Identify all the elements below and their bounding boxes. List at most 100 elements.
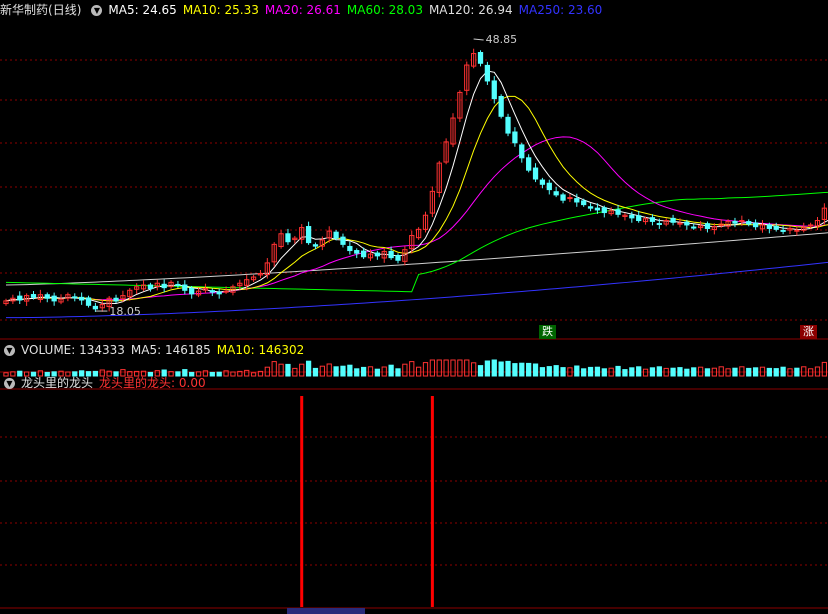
candle-body — [704, 223, 711, 229]
volume-bar — [374, 368, 380, 377]
candle-body — [581, 200, 587, 206]
chevron-down-icon[interactable]: ▼ — [4, 345, 15, 356]
volume-bar — [250, 372, 257, 377]
volume-bar — [773, 368, 779, 377]
volume-bar — [450, 359, 456, 377]
volume-bar — [732, 367, 738, 377]
candle-body — [44, 294, 50, 299]
candle-body — [92, 305, 99, 310]
candle-body — [491, 80, 497, 100]
candle-body — [739, 220, 745, 223]
volume-bar — [587, 366, 594, 377]
volume-bar — [457, 359, 463, 377]
volume-bar — [746, 367, 752, 377]
candle-body — [601, 207, 607, 214]
candle-body — [340, 236, 346, 245]
volume-bar — [464, 359, 470, 377]
candle-body — [732, 220, 738, 224]
kline-chart[interactable]: 48.85 18.05 — [0, 0, 828, 614]
volume-bar — [642, 368, 649, 377]
volume-bar — [739, 366, 745, 377]
candle-body — [519, 144, 525, 159]
volume-bar — [484, 360, 491, 377]
candle-body — [216, 291, 222, 295]
volume-bar — [622, 369, 628, 377]
indicator-header: ▼ 龙头里的龙头 龙头里的龙头: 0.00 — [0, 374, 212, 392]
volume-bar — [285, 363, 291, 377]
candle-body — [484, 64, 491, 82]
candle-body — [175, 283, 181, 286]
candle-body — [189, 287, 195, 295]
candle-body — [574, 198, 580, 203]
volume-bar — [395, 368, 401, 377]
volume-bar — [615, 365, 621, 377]
candle-body — [182, 284, 188, 291]
candle-body — [587, 206, 594, 209]
ma20-line — [5, 136, 828, 302]
ma-legend: MA5: 24.65 MA10: 25.33 MA20: 26.61 MA60: 28… — [108, 3, 608, 17]
candle-body — [374, 252, 380, 257]
volume-bar — [546, 366, 552, 377]
candle-body — [684, 221, 690, 226]
volume-bar — [780, 366, 786, 377]
volume-bar — [471, 362, 477, 377]
volume-bar — [684, 368, 690, 377]
volume-bar — [278, 363, 284, 377]
candle-body — [17, 295, 23, 301]
volume-bar — [354, 368, 360, 377]
candle-body — [209, 290, 215, 293]
candle-body — [594, 207, 601, 211]
volume-bar — [312, 367, 319, 377]
candle-body — [347, 245, 353, 252]
candle-body — [305, 226, 312, 244]
volume-bar — [244, 369, 250, 377]
volume-bar — [360, 366, 367, 377]
volume-bar — [333, 366, 339, 377]
volume-title: VOLUME: 134333 — [21, 343, 125, 357]
candle-body — [656, 223, 662, 226]
candle-body — [354, 250, 360, 254]
volume-bar — [539, 367, 546, 377]
candle-body — [691, 226, 697, 229]
low-price-label: 18.05 — [109, 305, 141, 318]
candle-body — [312, 244, 319, 247]
volume-bar — [305, 360, 312, 377]
candle-body — [532, 167, 539, 180]
candle-body — [51, 295, 57, 302]
volume-bar — [752, 367, 759, 377]
volume-bar — [670, 367, 676, 377]
candle-body — [498, 95, 504, 117]
volume-bar — [402, 363, 408, 377]
volume-bar — [629, 367, 635, 377]
volume-bar — [436, 359, 442, 377]
candle-body — [72, 296, 78, 299]
volume-bar — [422, 362, 429, 377]
volume-bar — [560, 367, 566, 377]
volume-bar — [498, 361, 504, 377]
volume-bar — [512, 363, 518, 377]
volume-bar — [429, 359, 436, 377]
ma120-line — [5, 232, 828, 286]
volume-bar — [388, 364, 394, 377]
candle-body — [333, 231, 339, 239]
candle-body — [773, 225, 779, 230]
candle-body — [395, 254, 401, 261]
volume-bar — [801, 366, 807, 377]
high-pointer — [473, 38, 484, 41]
candle-body — [807, 224, 814, 227]
volume-bar — [519, 362, 525, 377]
volume-bar — [367, 366, 374, 377]
candle-body — [560, 194, 566, 201]
volume-bar — [691, 367, 697, 377]
indicator-title: 龙头里的龙头 — [21, 376, 94, 390]
candle-body — [780, 229, 786, 232]
volume-bar — [230, 371, 236, 377]
candle-body — [360, 250, 367, 258]
volume-bar — [319, 365, 325, 377]
chevron-down-icon[interactable]: ▼ — [4, 378, 15, 389]
volume-bar — [649, 367, 656, 377]
candle-body — [79, 296, 85, 301]
ma-label: MA250: 23.60 — [518, 3, 603, 17]
ma-label: MA20: 26.61 — [264, 3, 341, 17]
chevron-down-icon[interactable]: ▼ — [91, 5, 103, 16]
